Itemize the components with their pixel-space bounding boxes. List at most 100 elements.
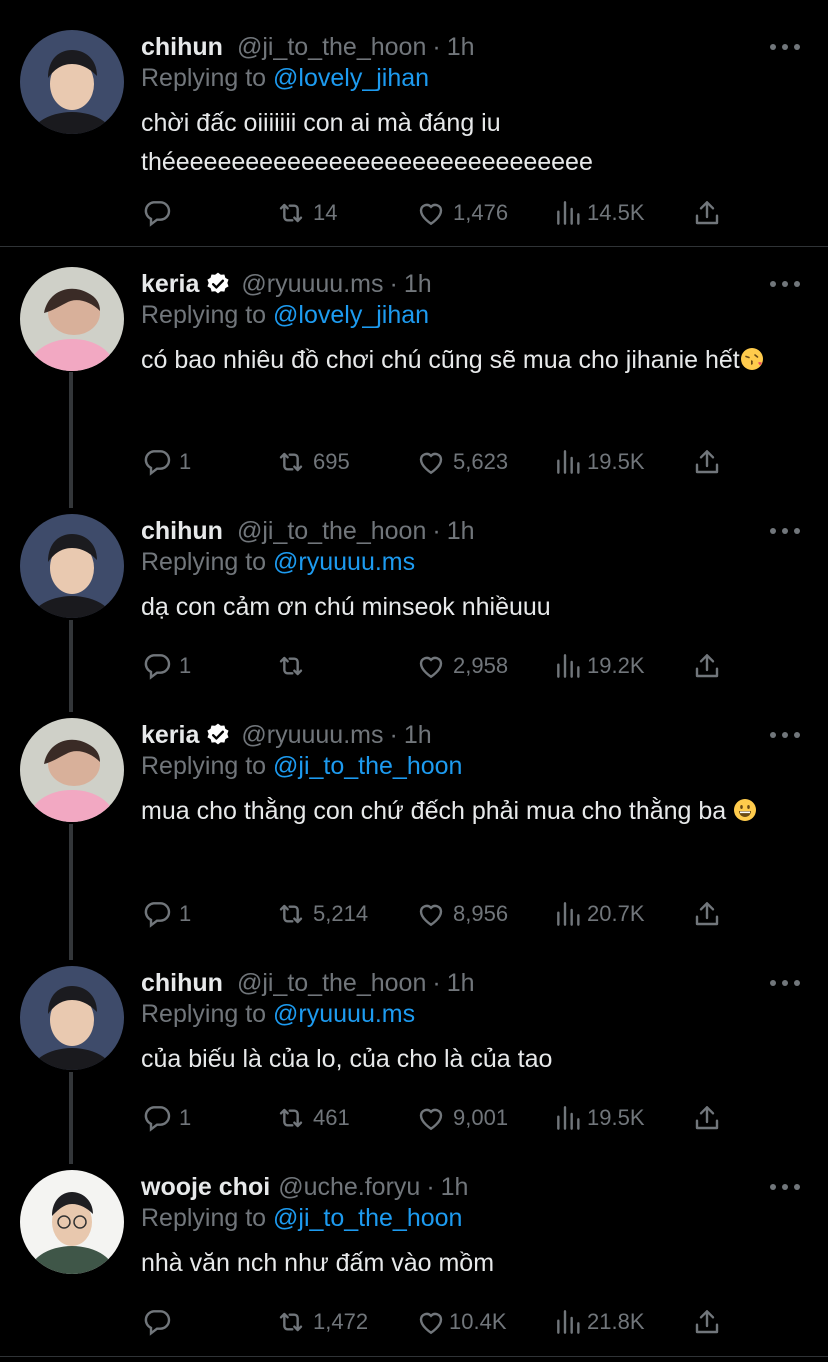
replying-label: Replying to: [141, 548, 267, 576]
separator-dot: ·: [432, 516, 441, 545]
reply-button[interactable]: [141, 1305, 179, 1339]
mention-link[interactable]: @ji_to_the_hoon: [273, 1204, 462, 1232]
more-icon[interactable]: [770, 1170, 800, 1204]
share-button[interactable]: [691, 196, 723, 230]
separator-dot: ·: [389, 720, 398, 749]
user-handle[interactable]: @uche.foryu: [278, 1173, 420, 1202]
tweet-text: mua cho thằng con chứ đếch phải mua cho …: [141, 792, 811, 831]
mention-link[interactable]: @lovely_jihan: [273, 64, 429, 92]
like-button[interactable]: 1,476: [415, 196, 508, 230]
more-icon[interactable]: [770, 966, 800, 1000]
mention-link[interactable]: @lovely_jihan: [273, 301, 429, 329]
avatar[interactable]: [20, 718, 124, 822]
reply-icon: [141, 898, 173, 930]
mention-link[interactable]: @ryuuuu.ms: [273, 548, 415, 576]
tweet[interactable]: chihun @ji_to_the_hoon · 1h Replying to …: [0, 514, 828, 704]
like-button[interactable]: 2,958: [415, 649, 508, 683]
avatar[interactable]: [20, 30, 124, 134]
tweet-header: keria @ryuuuu.ms · 1h: [141, 718, 432, 752]
share-button[interactable]: [691, 1101, 723, 1135]
user-handle[interactable]: @ji_to_the_hoon: [237, 517, 426, 546]
timestamp[interactable]: 1h: [447, 517, 475, 546]
reply-button[interactable]: 1: [141, 897, 191, 931]
replying-label: Replying to: [141, 752, 267, 780]
timestamp[interactable]: 1h: [447, 969, 475, 998]
retweet-icon: [275, 446, 307, 478]
display-name[interactable]: chihun: [141, 969, 223, 998]
replying-to: Replying to @lovely_jihan: [141, 301, 429, 330]
user-handle[interactable]: @ji_to_the_hoon: [237, 33, 426, 62]
separator-dot: ·: [426, 1172, 435, 1201]
tweet[interactable]: chihun @ji_to_the_hoon · 1h Replying to …: [0, 30, 828, 245]
display-name[interactable]: wooje choi: [141, 1173, 270, 1202]
views-button[interactable]: 20.7K: [553, 897, 645, 931]
tweet[interactable]: wooje choi @uche.foryu · 1h Replying to …: [0, 1170, 828, 1360]
verified-badge-icon: [205, 271, 231, 297]
views-button[interactable]: 21.8K: [553, 1305, 645, 1339]
like-count: 8,956: [453, 901, 509, 926]
reply-button[interactable]: 1: [141, 445, 191, 479]
display-name[interactable]: keria: [141, 721, 199, 750]
display-name[interactable]: chihun: [141, 517, 223, 546]
like-button[interactable]: 8,956: [415, 897, 508, 931]
tweet[interactable]: keria @ryuuuu.ms · 1h Replying to @lovel…: [0, 267, 828, 497]
avatar[interactable]: [20, 514, 124, 618]
share-button[interactable]: [691, 1305, 723, 1339]
timestamp[interactable]: 1h: [404, 721, 432, 750]
views-icon: [553, 446, 585, 478]
views-button[interactable]: 19.5K: [553, 1101, 645, 1135]
like-button[interactable]: 10.4K: [415, 1305, 507, 1339]
timestamp[interactable]: 1h: [404, 270, 432, 299]
like-icon: [415, 197, 447, 229]
share-button[interactable]: [691, 445, 723, 479]
mention-link[interactable]: @ji_to_the_hoon: [273, 752, 462, 780]
timestamp[interactable]: 1h: [441, 1173, 469, 1202]
user-handle[interactable]: @ji_to_the_hoon: [237, 969, 426, 998]
retweet-button[interactable]: 461: [275, 1101, 350, 1135]
avatar[interactable]: [20, 267, 124, 371]
share-button[interactable]: [691, 897, 723, 931]
views-button[interactable]: 14.5K: [553, 196, 645, 230]
views-count: 19.5K: [587, 1105, 645, 1130]
reply-button[interactable]: [141, 196, 179, 230]
like-icon: [415, 446, 447, 478]
retweet-button[interactable]: [275, 649, 313, 683]
retweet-button[interactable]: 14: [275, 196, 337, 230]
views-count: 19.2K: [587, 653, 645, 678]
reply-button[interactable]: 1: [141, 1101, 191, 1135]
views-button[interactable]: 19.2K: [553, 649, 645, 683]
reply-button[interactable]: 1: [141, 649, 191, 683]
retweet-button[interactable]: 1,472: [275, 1305, 368, 1339]
views-button[interactable]: 19.5K: [553, 445, 645, 479]
tweet[interactable]: chihun @ji_to_the_hoon · 1h Replying to …: [0, 966, 828, 1156]
reply-icon: [141, 197, 173, 229]
like-icon: [415, 650, 447, 682]
share-icon: [691, 1102, 723, 1134]
tweet-text: có bao nhiêu đồ chơi chú cũng sẽ mua cho…: [141, 341, 781, 380]
action-bar: 1,472 10.4K 21.8K: [141, 1305, 741, 1339]
display-name[interactable]: chihun: [141, 33, 223, 62]
more-icon[interactable]: [770, 514, 800, 548]
user-handle[interactable]: @ryuuuu.ms: [241, 721, 383, 750]
more-icon[interactable]: [770, 267, 800, 301]
avatar[interactable]: [20, 1170, 124, 1274]
reply-icon: [141, 1306, 173, 1338]
user-handle[interactable]: @ryuuuu.ms: [241, 270, 383, 299]
retweet-button[interactable]: 695: [275, 445, 350, 479]
display-name[interactable]: keria: [141, 270, 199, 299]
retweet-button[interactable]: 5,214: [275, 897, 368, 931]
replying-to: Replying to @ryuuuu.ms: [141, 1000, 415, 1029]
avatar[interactable]: [20, 966, 124, 1070]
mention-link[interactable]: @ryuuuu.ms: [273, 1000, 415, 1028]
timestamp[interactable]: 1h: [447, 33, 475, 62]
replying-label: Replying to: [141, 64, 267, 92]
like-button[interactable]: 5,623: [415, 445, 508, 479]
more-icon[interactable]: [770, 718, 800, 752]
reply-icon: [141, 1102, 173, 1134]
tweet-text-content: có bao nhiêu đồ chơi chú cũng sẽ mua cho…: [141, 346, 740, 374]
share-icon: [691, 1306, 723, 1338]
like-button[interactable]: 9,001: [415, 1101, 508, 1135]
share-button[interactable]: [691, 649, 723, 683]
more-icon[interactable]: [770, 30, 800, 64]
tweet[interactable]: keria @ryuuuu.ms · 1h Replying to @ji_to…: [0, 718, 828, 948]
